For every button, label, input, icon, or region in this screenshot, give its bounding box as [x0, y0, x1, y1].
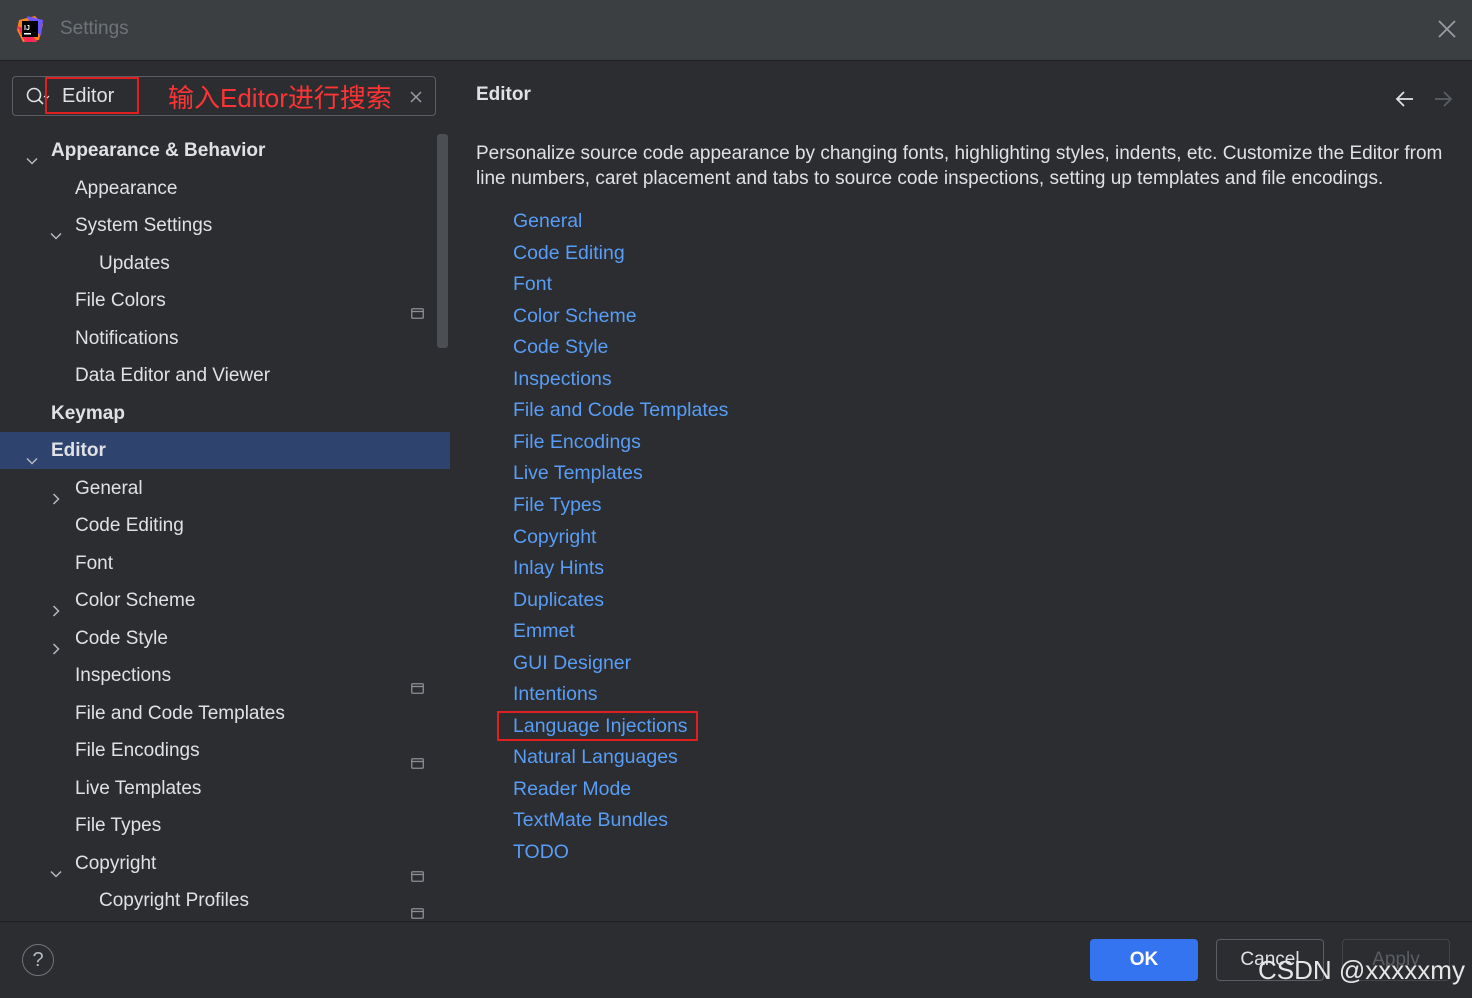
tree-item-label: Notifications — [75, 328, 179, 349]
tree-item-label: Copyright — [75, 853, 157, 874]
link-intentions[interactable]: Intentions — [513, 680, 598, 708]
tree-item-font[interactable]: Font — [0, 545, 450, 582]
project-level-icon — [411, 295, 424, 319]
tree-item-file-colors[interactable]: File Colors — [0, 282, 450, 319]
chevron-down-icon[interactable] — [49, 857, 63, 878]
tree-item-label: File Encodings — [75, 740, 200, 761]
tree-item-label: System Settings — [75, 215, 213, 236]
tree-item-label: Keymap — [51, 403, 125, 424]
help-button[interactable]: ? — [22, 944, 54, 976]
tree-item-label: File Colors — [75, 290, 166, 311]
tree-item-updates[interactable]: Updates — [0, 245, 450, 282]
link-reader-mode[interactable]: Reader Mode — [513, 775, 631, 803]
project-level-icon — [411, 745, 424, 769]
tree-item-live-templates[interactable]: Live Templates — [0, 770, 450, 807]
tree-item-label: Code Style — [75, 628, 168, 649]
tree-item-file-encodings[interactable]: File Encodings — [0, 732, 450, 769]
tree-item-file-types[interactable]: File Types — [0, 807, 450, 844]
link-gui-designer[interactable]: GUI Designer — [513, 649, 631, 677]
ok-button[interactable]: OK — [1090, 939, 1198, 981]
link-color-scheme[interactable]: Color Scheme — [513, 302, 637, 330]
link-natural-languages[interactable]: Natural Languages — [513, 743, 678, 771]
svg-text:IJ: IJ — [24, 25, 30, 32]
tree-item-file-and-code-templates[interactable]: File and Code Templates — [0, 695, 450, 732]
link-general[interactable]: General — [513, 207, 582, 235]
tree-item-label: File and Code Templates — [75, 703, 285, 724]
chevron-down-icon[interactable] — [25, 144, 39, 165]
tree-item-label: Updates — [99, 253, 170, 274]
page-title: Editor — [476, 84, 531, 105]
tree-item-inspections[interactable]: Inspections — [0, 657, 450, 694]
link-duplicates[interactable]: Duplicates — [513, 586, 604, 614]
tree-item-label: Inspections — [75, 665, 172, 686]
tree-item-appearance[interactable]: Appearance — [0, 170, 450, 207]
project-level-icon — [411, 858, 424, 882]
tree-item-copyright-profiles[interactable]: Copyright Profiles — [0, 882, 450, 919]
tree-item-data-editor-and-viewer[interactable]: Data Editor and Viewer — [0, 357, 450, 394]
link-live-templates[interactable]: Live Templates — [513, 459, 643, 487]
tree-item-label: Appearance & Behavior — [51, 140, 266, 161]
clear-search-icon[interactable] — [409, 90, 423, 104]
chevron-right-icon[interactable] — [49, 594, 63, 617]
search-highlight-box — [45, 77, 139, 114]
settings-content: Editor Personalize source code appearanc… — [451, 61, 1472, 921]
window-title: Settings — [60, 18, 129, 39]
back-arrow-icon[interactable] — [1394, 89, 1416, 109]
link-file-and-code-templates[interactable]: File and Code Templates — [513, 396, 728, 424]
tree-item-label: Code Editing — [75, 515, 184, 536]
chevron-down-icon[interactable] — [49, 219, 63, 240]
link-textmate-bundles[interactable]: TextMate Bundles — [513, 806, 668, 834]
tree-item-system-settings[interactable]: System Settings — [0, 207, 450, 244]
tree-item-label: Appearance — [75, 178, 178, 199]
tree-item-label: Live Templates — [75, 778, 202, 799]
chevron-right-icon[interactable] — [49, 632, 63, 655]
dialog-footer: ? OK Cancel Apply CSDN @xxxxxmy — [0, 921, 1472, 998]
link-emmet[interactable]: Emmet — [513, 617, 575, 645]
link-file-types[interactable]: File Types — [513, 491, 602, 519]
tree-item-label: Color Scheme — [75, 590, 196, 611]
tree-item-label: Editor — [51, 440, 106, 461]
tree-item-label: File Types — [75, 815, 162, 836]
chevron-down-icon[interactable] — [25, 444, 39, 465]
title-bar: IJ Settings — [0, 0, 1472, 61]
tree-item-copyright[interactable]: Copyright — [0, 845, 450, 882]
page-description: Personalize source code appearance by ch… — [476, 143, 1443, 189]
link-copyright[interactable]: Copyright — [513, 523, 596, 551]
tree-item-editor[interactable]: Editor — [0, 432, 450, 469]
search-annotation: 输入Editor进行搜索 — [168, 83, 392, 113]
link-code-style[interactable]: Code Style — [513, 333, 608, 361]
project-level-icon — [411, 670, 424, 694]
chevron-right-icon[interactable] — [49, 482, 63, 505]
search-field[interactable]: Editor 输入Editor进行搜索 — [12, 76, 436, 116]
forward-arrow-icon[interactable] — [1432, 89, 1454, 109]
tree-item-label: Data Editor and Viewer — [75, 365, 271, 386]
tree-item-notifications[interactable]: Notifications — [0, 320, 450, 357]
link-font[interactable]: Font — [513, 270, 552, 298]
link-todo[interactable]: TODO — [513, 838, 569, 866]
project-level-icon — [411, 895, 424, 919]
link-file-encodings[interactable]: File Encodings — [513, 428, 641, 456]
tree-item-label: General — [75, 478, 143, 499]
link-inlay-hints[interactable]: Inlay Hints — [513, 554, 604, 582]
tree-item-color-scheme[interactable]: Color Scheme — [0, 582, 450, 619]
settings-sidebar: Editor 输入Editor进行搜索 Appearance & Behavio… — [0, 61, 450, 921]
intellij-app-icon: IJ — [17, 16, 43, 42]
tree-item-appearance-behavior[interactable]: Appearance & Behavior — [0, 132, 450, 169]
tree-item-general[interactable]: General — [0, 470, 450, 507]
tree-item-label: Copyright Profiles — [99, 890, 249, 911]
close-icon[interactable] — [1436, 18, 1458, 40]
link-inspections[interactable]: Inspections — [513, 365, 612, 393]
link-highlight-box — [497, 711, 698, 741]
tree-item-code-style[interactable]: Code Style — [0, 620, 450, 657]
tree-item-keymap[interactable]: Keymap — [0, 395, 450, 432]
tree-item-code-editing[interactable]: Code Editing — [0, 507, 450, 544]
tree-item-label: Font — [75, 553, 114, 574]
link-code-editing[interactable]: Code Editing — [513, 239, 625, 267]
watermark: CSDN @xxxxxmy — [1258, 955, 1465, 985]
